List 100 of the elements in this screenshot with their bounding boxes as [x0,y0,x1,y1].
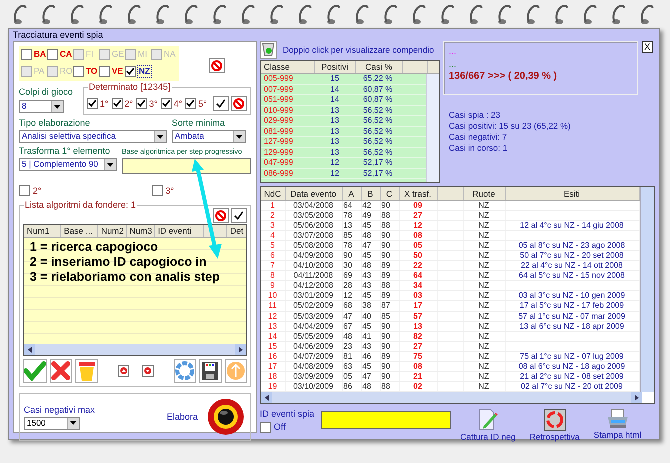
checkbox[interactable] [47,49,58,60]
column-header[interactable]: Positivi [315,61,356,73]
select-all-button[interactable] [213,96,229,111]
column-header[interactable]: Num2 [98,225,127,237]
table-cell: 17 [261,361,285,372]
column-header[interactable]: X trasf. [399,187,437,200]
group-title: Determinato [12345] [88,82,172,93]
table-cell-text: 086-999 [263,168,294,178]
table-cell: NZ [463,200,505,211]
wheel-label: RO [59,66,74,77]
dropdown[interactable]: 8 [19,100,64,113]
clear-button[interactable] [213,208,229,223]
table-cell: 90 [380,321,399,332]
scrollbar[interactable] [261,392,642,403]
bucket-icon [78,360,96,382]
checkbox[interactable] [21,49,32,60]
column-header[interactable]: A [342,187,361,200]
column-header[interactable]: Num1 [24,225,62,237]
wheel-label: MI [137,49,148,60]
checkbox[interactable] [125,66,136,77]
checkbox[interactable] [185,98,196,109]
move-up-button[interactable] [118,365,130,377]
table-cell: 47 [342,311,361,322]
table-cell: 2 [261,210,285,221]
empty-button[interactable] [75,359,98,383]
clear-button[interactable] [209,58,225,73]
table-cell: 78 [342,210,361,221]
column-header[interactable]: Esiti [505,187,639,200]
input-field[interactable] [320,411,451,429]
table-cell: 12 [342,290,361,301]
close-button[interactable]: X [642,41,653,53]
column-header[interactable]: NdC [261,187,285,200]
no-sign-icon [215,210,227,222]
stat-text: Casi in corso: 1 [449,143,509,154]
checkbox[interactable] [112,98,123,109]
scrollbar[interactable] [640,187,654,392]
table-cell: 08 [399,361,437,372]
table-cell: NZ [463,341,505,352]
table-cell-text: 14 [330,95,340,104]
table-cell: 04/06/2009 [285,341,342,352]
column-header[interactable]: C [380,187,399,200]
table-cell: 43 [361,341,380,352]
table-cell: 90 [380,230,399,241]
table-cell: NZ [463,290,505,301]
checkbox-label: 3° [166,186,174,196]
select-all-button[interactable] [231,208,247,223]
checkbox[interactable] [160,98,172,109]
summary-text: ... [449,45,458,58]
column-header[interactable]: Num3 [126,225,156,237]
table-cell: NZ [463,371,505,382]
run-button[interactable] [206,397,246,437]
checkbox-label: Off [274,422,286,433]
checkbox[interactable] [260,422,271,433]
scrollbar[interactable] [426,74,439,182]
column-header[interactable]: Data evento [285,187,342,200]
checkbox[interactable] [136,98,148,109]
table-cell-text: 007-999 [263,84,294,94]
dropdown[interactable]: Analisi selettiva specifica [19,130,167,143]
dropdown[interactable]: 5 | Complemento 90 [19,158,117,171]
pencil-icon [478,409,498,431]
column-header[interactable]: Base ... [61,225,98,237]
column-header[interactable]: ID eventi [155,225,204,237]
checkbox[interactable] [73,66,84,77]
wheel-label: VE [111,66,124,77]
checkbox[interactable] [19,185,30,196]
input-field[interactable] [122,158,251,174]
checkbox[interactable] [87,98,98,109]
checkbox-label: 5° [198,98,208,108]
delete-button[interactable] [50,359,72,383]
column-header[interactable]: Casi % [356,61,403,73]
dropdown-arrow-icon [236,134,243,138]
table-cell: 48 [361,260,380,271]
move-down-button[interactable] [142,365,154,377]
table-cell: 05/02/2009 [285,300,342,312]
table-cell-text: 12 [330,168,340,178]
checkbox[interactable] [99,66,110,77]
save-button[interactable] [199,359,222,383]
table-cell: 18 [261,371,285,382]
table-cell-text: 56,52 % [362,106,394,115]
dropdown[interactable]: 1500 [24,416,80,430]
dropdown[interactable]: Ambata [172,130,246,143]
glass-icon [262,42,275,56]
wheel-label: GE [111,49,126,60]
table-cell: 13 al 6°c su NZ - 18 apr 2009 [520,322,624,330]
action-button[interactable]: Stampa html [590,409,646,440]
column-header[interactable]: B [361,187,380,200]
table-cell: 04/10/2008 [285,260,342,271]
table-cell: 05/08/2008 [285,240,342,251]
dropdown-arrow-icon [54,104,61,108]
compendio-button[interactable] [260,40,277,58]
table-cell-text: 13 [330,148,340,157]
column-header[interactable]: Classe [261,61,315,73]
column-header[interactable]: Det [227,225,246,237]
confirm-button[interactable] [23,359,47,383]
checkbox[interactable] [152,185,163,196]
clear-button[interactable] [231,96,247,111]
scrollbar[interactable] [24,344,246,355]
column-header[interactable]: Ruote [463,187,505,200]
table-cell-text: 13 [330,116,340,126]
stat-text: Casi spia : 23 [449,110,502,121]
